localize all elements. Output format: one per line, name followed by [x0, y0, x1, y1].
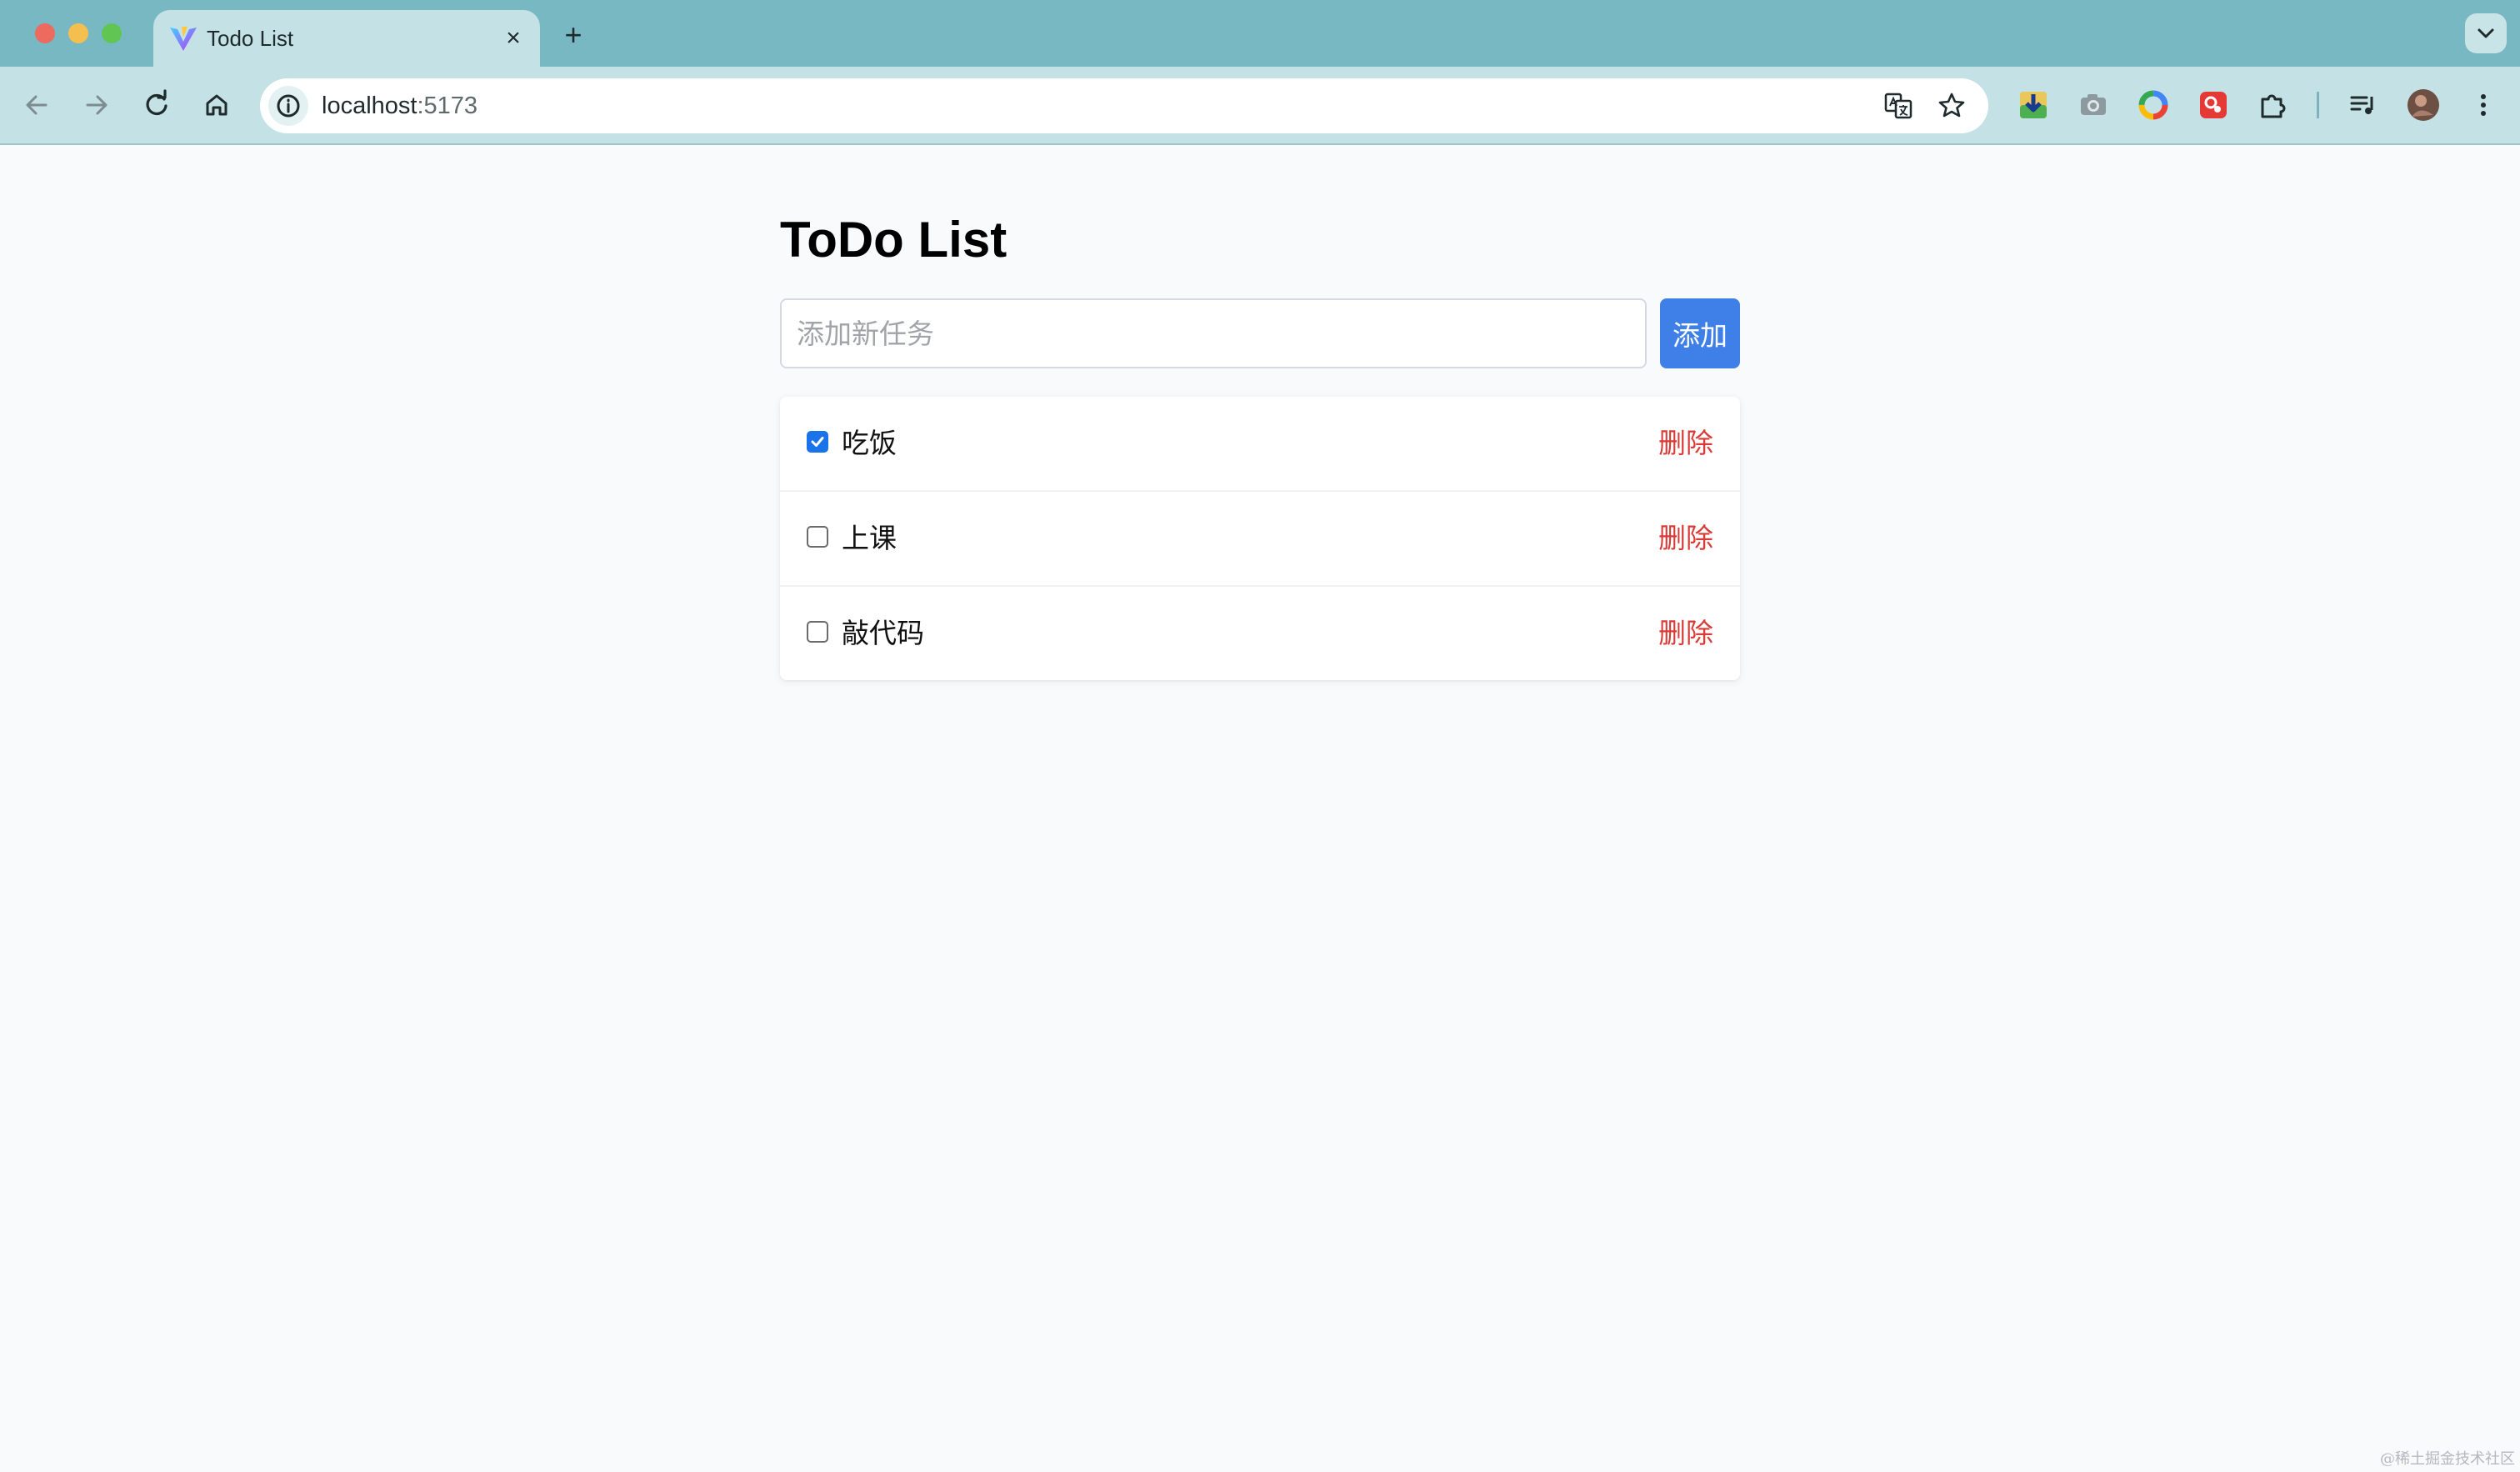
close-window-button[interactable] [35, 23, 55, 43]
add-button[interactable]: 添加 [1660, 298, 1740, 368]
browser-tab-active[interactable]: Todo List × [153, 10, 540, 67]
home-icon[interactable] [197, 85, 237, 125]
todo-text: 敲代码 [842, 617, 924, 649]
delete-button[interactable]: 删除 [1658, 587, 1713, 680]
address-bar[interactable]: localhost:5173 [260, 78, 1988, 133]
profile-avatar[interactable] [2405, 87, 2442, 123]
back-icon[interactable] [17, 85, 57, 125]
bookmark-star-icon[interactable] [1935, 89, 1968, 123]
delete-button[interactable]: 删除 [1658, 492, 1713, 585]
todo-checkbox[interactable] [807, 431, 828, 453]
tab-title: Todo List [207, 26, 294, 51]
media-queue-icon[interactable] [2345, 87, 2382, 123]
url-port: :5173 [417, 93, 478, 119]
maximize-window-button[interactable] [102, 23, 122, 43]
download-extension-icon[interactable] [2015, 87, 2052, 123]
todo-item: 上课 删除 [780, 492, 1740, 587]
todo-item: 吃饭 删除 [780, 397, 1740, 492]
vite-favicon-icon [170, 27, 197, 51]
todo-text: 上课 [842, 522, 897, 554]
chevron-down-icon [2478, 28, 2494, 38]
toolbar-separator [2317, 92, 2319, 118]
new-task-input[interactable] [780, 298, 1647, 368]
translate-icon[interactable] [1882, 89, 1915, 123]
add-task-form: 添加 [780, 298, 1740, 368]
forward-icon[interactable] [77, 85, 117, 125]
page-content: ToDo List 添加 吃饭 删除 上课 删除 [0, 145, 2520, 1472]
tab-dropdown-button[interactable] [2465, 13, 2507, 53]
watermark: @稀土掘金技术社区 [2380, 1450, 2515, 1468]
delete-button[interactable]: 删除 [1658, 397, 1713, 490]
colorful-extension-icon[interactable] [2135, 87, 2172, 123]
page-title: ToDo List [780, 212, 1008, 268]
todo-checkbox[interactable] [807, 621, 828, 643]
site-info-button[interactable] [268, 86, 308, 126]
tab-close-icon[interactable]: × [498, 23, 528, 53]
minimize-window-button[interactable] [68, 23, 88, 43]
todo-text: 吃饭 [842, 427, 897, 459]
red-extension-icon[interactable] [2195, 87, 2232, 123]
new-tab-button[interactable]: + [557, 18, 590, 52]
url-host: localhost [322, 93, 418, 119]
browser-toolbar: localhost:5173 [0, 67, 2520, 145]
more-menu-icon[interactable] [2465, 87, 2502, 123]
camera-extension-icon[interactable] [2075, 87, 2112, 123]
checkmark-icon [811, 437, 824, 447]
extensions-puzzle-icon[interactable] [2255, 87, 2292, 123]
site-info-icon [277, 94, 300, 118]
todo-list: 吃饭 删除 上课 删除 敲代码 删除 [780, 397, 1740, 680]
todo-checkbox[interactable] [807, 526, 828, 548]
url-text: localhost:5173 [322, 78, 478, 133]
browser-tab-strip: Todo List × + [0, 0, 2520, 67]
reload-icon[interactable] [137, 85, 177, 125]
todo-item: 敲代码 删除 [780, 587, 1740, 680]
